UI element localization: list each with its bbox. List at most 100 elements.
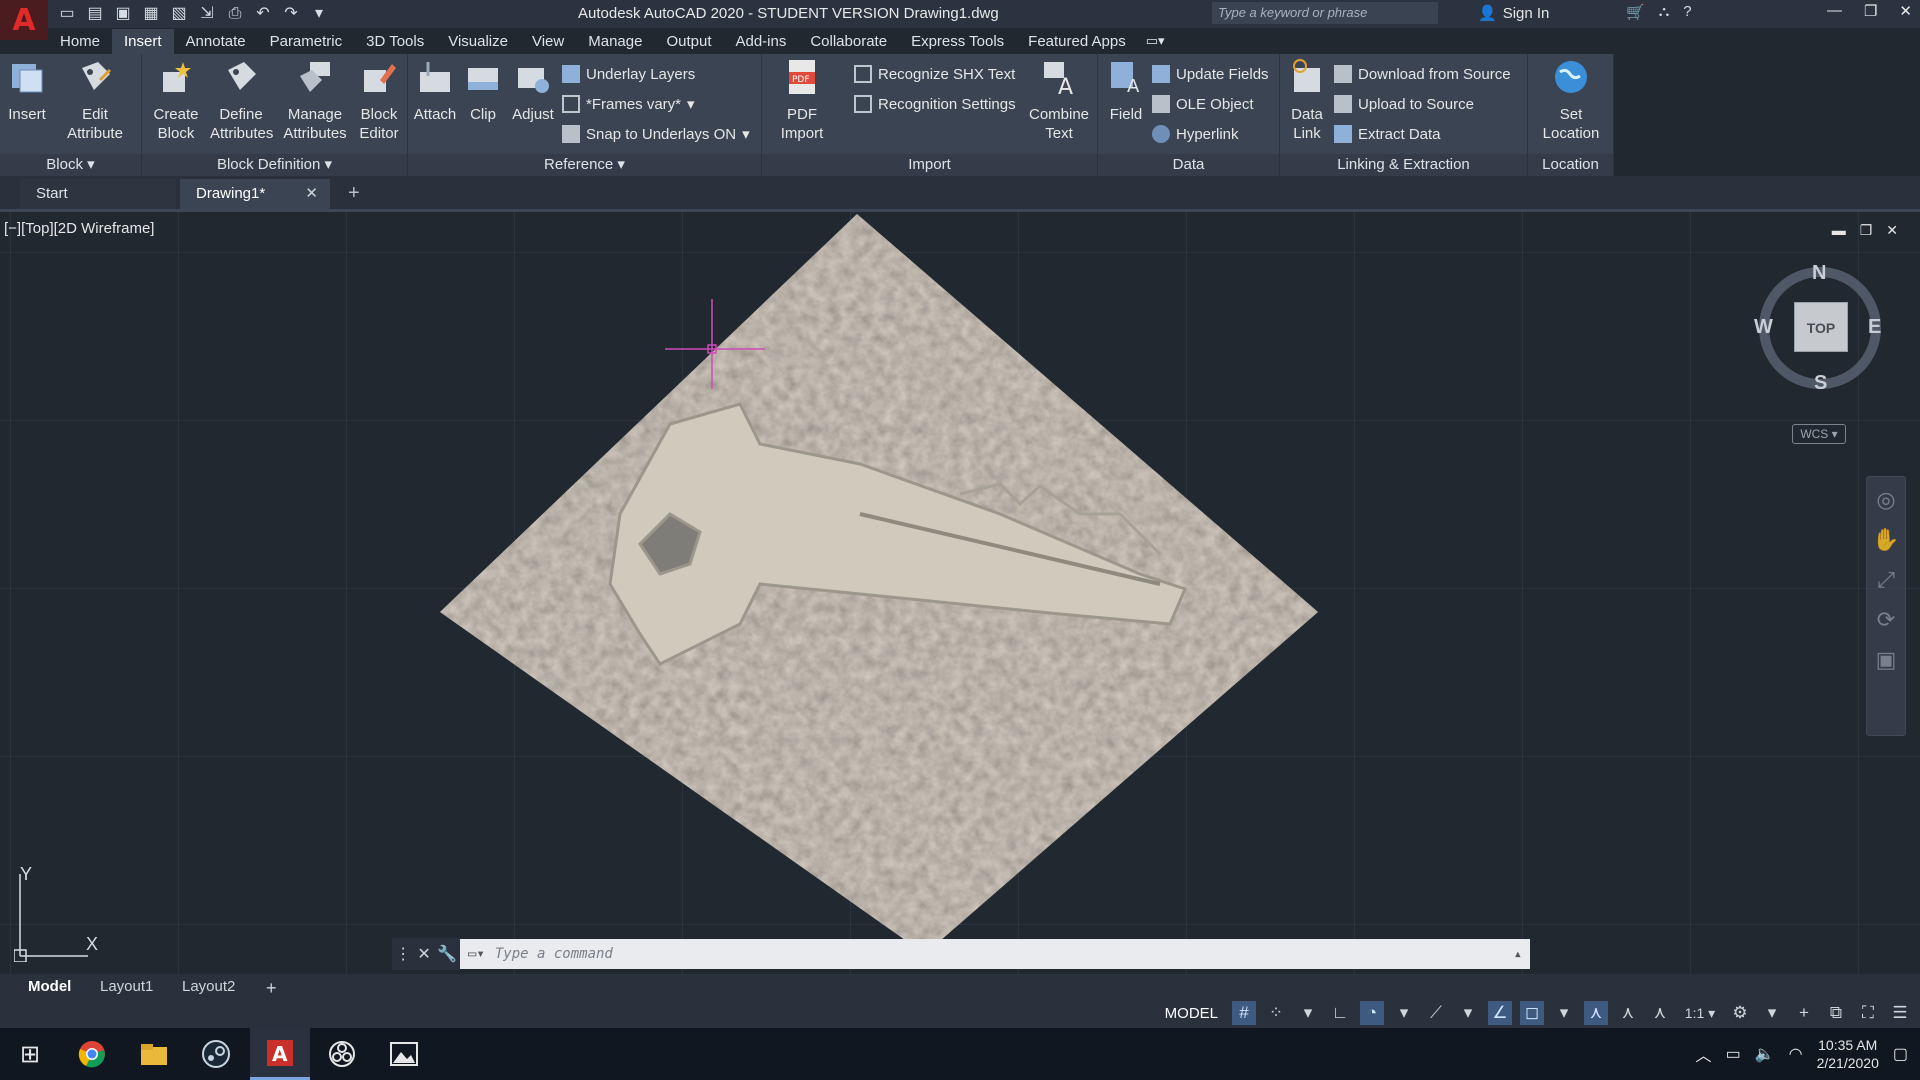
search-input[interactable]: Type a keyword or phrase [1212, 2, 1438, 24]
upload-source-button[interactable]: Upload to Source [1334, 90, 1474, 118]
viewcube-top-face[interactable]: TOP [1794, 302, 1848, 352]
zoom-extents-icon[interactable]: ⤢ [1871, 567, 1901, 597]
viewport-close-icon[interactable]: ✕ [1886, 222, 1898, 239]
tab-layout1[interactable]: Layout1 [90, 976, 163, 997]
help-icon[interactable]: ? [1683, 3, 1691, 21]
attach-button[interactable]: Attach [412, 58, 458, 124]
viewcube[interactable]: N S E W TOP [1754, 262, 1886, 394]
save-icon[interactable]: ▣ [112, 4, 134, 24]
command-input[interactable]: ▭▾ Type a command ▴ [460, 939, 1530, 969]
tab-home[interactable]: Home [48, 29, 112, 54]
panel-block-definition-footer[interactable]: Block Definition ▾ [142, 154, 407, 176]
adjust-button[interactable]: Adjust [508, 58, 558, 124]
isometric-drafting-icon[interactable]: ⟋ [1424, 1001, 1448, 1025]
block-editor-button[interactable]: Block Editor [354, 58, 404, 143]
compass-north-label[interactable]: N [1812, 262, 1826, 285]
new-tab-plus-icon[interactable]: + [348, 182, 360, 205]
panel-block-footer[interactable]: Block ▾ [0, 154, 141, 176]
snap-mode-icon[interactable]: ⁘ [1264, 1001, 1288, 1025]
tab-view[interactable]: View [520, 29, 576, 54]
auto-scale-icon[interactable]: ⋏ [1616, 1001, 1640, 1025]
drawing-viewport[interactable]: [−][Top][2D Wireframe] ▬ ❐ ✕ N S E W TOP… [0, 212, 1920, 974]
restore-icon[interactable]: ❐ [1864, 2, 1877, 20]
autodesk-app-icon[interactable]: ⛬ [1659, 3, 1670, 21]
manage-attributes-button[interactable]: Manage Attributes [280, 58, 350, 143]
chevron-down-icon[interactable]: ▾ [1456, 1001, 1480, 1025]
sign-in-button[interactable]: 👤 Sign In [1478, 4, 1549, 23]
command-history-chevron-icon[interactable]: ▴ [1514, 946, 1522, 962]
grip-icon[interactable]: ⋮ [395, 944, 411, 964]
tab-layout2[interactable]: Layout2 [172, 976, 245, 997]
ribbon-minimize-icon[interactable]: ▭▾ [1146, 33, 1165, 49]
insert-button[interactable]: Insert [6, 58, 48, 124]
new-file-icon[interactable]: ▭ [56, 4, 78, 24]
tab-featured-apps[interactable]: Featured Apps [1016, 29, 1138, 54]
pdf-import-button[interactable]: PDF PDF Import [772, 58, 832, 143]
annotation-scale-icon[interactable]: ⋏ [1648, 1001, 1672, 1025]
recognition-settings-button[interactable]: Recognition Settings [854, 90, 1016, 118]
create-block-button[interactable]: Create Block [150, 58, 202, 143]
compass-south-label[interactable]: S [1814, 372, 1827, 395]
pan-hand-icon[interactable]: ✋ [1871, 527, 1901, 557]
chevron-down-icon[interactable]: ▾ [1552, 1001, 1576, 1025]
grid-icon[interactable]: # [1232, 1001, 1256, 1025]
tab-drawing1[interactable]: Drawing1* ✕ [180, 179, 330, 209]
clip-button[interactable]: Clip [460, 58, 506, 124]
polar-tracking-icon[interactable]: ◔ [1360, 1001, 1384, 1025]
tab-output[interactable]: Output [654, 29, 723, 54]
underlay-layers-button[interactable]: Underlay Layers [562, 60, 695, 88]
tab-express-tools[interactable]: Express Tools [899, 29, 1016, 54]
extract-data-button[interactable]: Extract Data [1334, 120, 1441, 148]
recognize-shx-button[interactable]: Recognize SHX Text [854, 60, 1015, 88]
chevron-down-icon[interactable]: ▾ [1392, 1001, 1416, 1025]
steam-icon[interactable] [186, 1028, 246, 1080]
open-folder-icon[interactable]: ▤ [84, 4, 106, 24]
tab-add-ins[interactable]: Add-ins [723, 29, 798, 54]
clock[interactable]: 10:35 AM 2/21/2020 [1817, 1036, 1879, 1072]
customize-chevron-icon[interactable]: ▾ [308, 4, 330, 24]
close-command-icon[interactable]: ✕ [417, 944, 430, 964]
publish-icon[interactable]: ▧ [168, 4, 190, 24]
annotation-visibility-icon[interactable]: ⋏ [1584, 1001, 1608, 1025]
panel-reference-footer[interactable]: Reference ▾ [408, 154, 761, 176]
photos-icon[interactable] [374, 1028, 434, 1080]
tab-start[interactable]: Start [20, 179, 176, 209]
frames-vary-dropdown[interactable]: *Frames vary* ▾ [562, 90, 695, 118]
undo-icon[interactable]: ↶ [252, 4, 274, 24]
compass-east-label[interactable]: E [1868, 316, 1881, 339]
tab-model[interactable]: Model [18, 976, 81, 997]
attached-key-image[interactable] [440, 214, 1318, 954]
download-source-button[interactable]: Download from Source [1334, 60, 1511, 88]
field-button[interactable]: A Field [1102, 58, 1150, 124]
customize-wrench-icon[interactable]: 🔧 [437, 944, 457, 964]
update-fields-button[interactable]: Update Fields [1152, 60, 1269, 88]
define-attributes-button[interactable]: Define Attributes [210, 58, 273, 143]
orbit-icon[interactable]: ⟳ [1871, 607, 1901, 637]
recent-commands-icon[interactable]: ▭▾ [468, 946, 485, 962]
ortho-mode-icon[interactable]: ∟ [1328, 1001, 1352, 1025]
snap-underlays-dropdown[interactable]: Snap to Underlays ON ▾ [562, 120, 750, 148]
showmotion-icon[interactable]: ▣ [1871, 647, 1901, 677]
viewport-controls-label[interactable]: [−][Top][2D Wireframe] [4, 220, 154, 237]
battery-icon[interactable]: ▭ [1726, 1044, 1741, 1064]
file-explorer-icon[interactable] [124, 1028, 184, 1080]
compass-west-label[interactable]: W [1754, 316, 1773, 339]
notifications-icon[interactable]: ▢ [1893, 1044, 1908, 1064]
tab-annotate[interactable]: Annotate [174, 29, 258, 54]
edit-attribute-button[interactable]: Edit Attribute [60, 58, 130, 143]
obs-icon[interactable] [312, 1028, 372, 1080]
wifi-icon[interactable]: ◠ [1789, 1044, 1803, 1064]
data-link-button[interactable]: Data Link [1284, 58, 1330, 143]
object-snap-icon[interactable]: ◻ [1520, 1001, 1544, 1025]
application-menu-button[interactable]: A [0, 0, 48, 40]
tab-collaborate[interactable]: Collaborate [798, 29, 899, 54]
scale-dropdown[interactable]: 1:1 ▾ [1680, 1001, 1720, 1025]
steering-wheel-icon[interactable]: ◎ [1871, 487, 1901, 517]
viewport-restore-icon[interactable]: ❐ [1860, 222, 1873, 239]
chrome-icon[interactable] [62, 1028, 122, 1080]
hyperlink-button[interactable]: Hyperlink [1152, 120, 1239, 148]
model-space-toggle[interactable]: MODEL [1159, 1003, 1224, 1024]
tab-manage[interactable]: Manage [576, 29, 654, 54]
customize-menu-icon[interactable]: ☰ [1888, 1001, 1912, 1025]
save-as-icon[interactable]: ▦ [140, 4, 162, 24]
